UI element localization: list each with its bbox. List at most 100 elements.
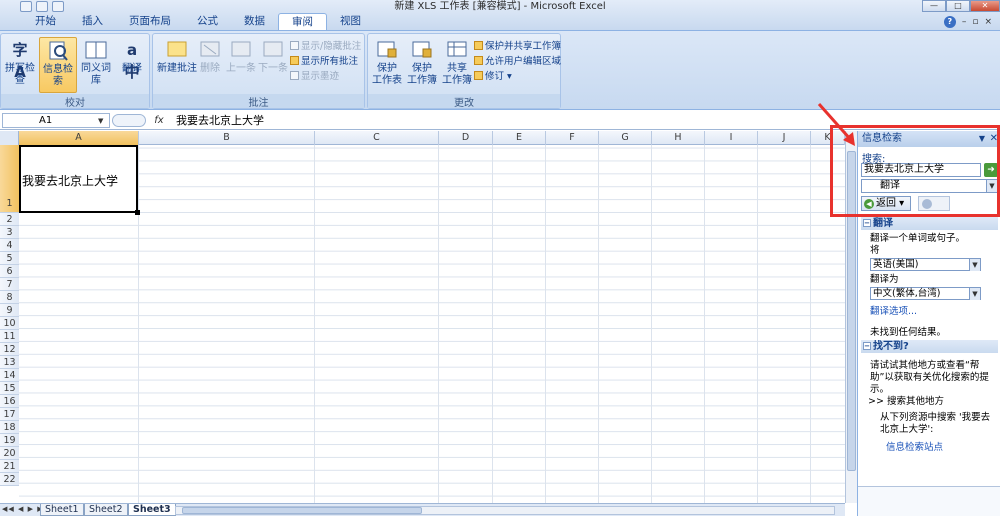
column-header[interactable]: G — [599, 131, 652, 145]
new-comment-button[interactable]: 新建批注 — [155, 37, 199, 93]
next-comment-button[interactable]: 下一条 — [257, 37, 289, 93]
close-button[interactable]: ✕ — [970, 0, 1000, 12]
chevron-down-icon[interactable]: ▼ — [969, 288, 980, 300]
row-header[interactable]: 13 — [0, 356, 19, 369]
row-header[interactable]: 4 — [0, 239, 19, 252]
horizontal-scroll-thumb[interactable] — [182, 507, 422, 514]
row-header[interactable]: 12 — [0, 343, 19, 356]
translate-section-header[interactable]: − 翻译 — [861, 217, 998, 230]
column-header[interactable]: B — [139, 131, 315, 145]
sheet-tab-3[interactable]: Sheet3 — [128, 504, 176, 516]
row-header[interactable]: 5 — [0, 252, 19, 265]
row-header[interactable]: 20 — [0, 447, 19, 460]
row-header[interactable]: 18 — [0, 421, 19, 434]
row-header[interactable]: 21 — [0, 460, 19, 473]
share-workbook-button[interactable]: 共享 工作簿 — [440, 37, 474, 93]
row-header[interactable]: 1 — [0, 145, 19, 213]
new-comment-icon — [165, 39, 189, 61]
row-header[interactable]: 10 — [0, 317, 19, 330]
protect-share-button[interactable]: 保护并共享工作簿 — [474, 40, 561, 53]
allow-edit-button[interactable]: 允许用户编辑区域 — [474, 55, 561, 68]
row-header[interactable]: 19 — [0, 434, 19, 447]
cell-area[interactable]: 我要去北京上大学 — [19, 145, 845, 503]
try-other-text: 请试试其他地方或查看“帮助”以获取有关优化搜索的提示。 — [870, 360, 989, 395]
changes-group: 保护 工作表 保护 工作簿 共享 工作簿 保护并共享工作簿 允许用户编辑区域 修… — [367, 33, 561, 109]
ribbon-close-icon[interactable]: × — [984, 17, 992, 27]
grid-line — [810, 145, 811, 503]
spelling-button[interactable]: 字A 拼写检查 — [1, 37, 39, 93]
show-all-comments-button[interactable]: 显示所有批注 — [290, 55, 358, 68]
row-header[interactable]: 6 — [0, 265, 19, 278]
row-header[interactable]: 16 — [0, 395, 19, 408]
collapse-icon[interactable]: − — [863, 342, 871, 350]
name-box-dropdown-icon[interactable]: ▼ — [98, 117, 103, 125]
translation-options-link[interactable]: 翻译选项... — [870, 303, 917, 317]
row-header[interactable]: 2 — [0, 213, 19, 226]
formula-bar-zoom-control[interactable] — [112, 114, 146, 127]
not-found-section-header[interactable]: − 找不到? — [861, 340, 998, 353]
ribbon-restore-icon[interactable]: ▫ — [972, 17, 978, 27]
column-header[interactable]: H — [652, 131, 705, 145]
tab-insert[interactable]: 插入 — [69, 13, 116, 30]
row-header[interactable]: 8 — [0, 291, 19, 304]
to-language-select[interactable]: 中文(繁体,台湾) ▼ — [870, 287, 981, 300]
research-sites-link[interactable]: 信息检索站点 — [886, 439, 943, 453]
previous-comment-icon — [229, 39, 253, 61]
sheet-tab-1[interactable]: Sheet1 — [40, 504, 84, 516]
ribbon-tabs: 开始 插入 页面布局 公式 数据 审阅 视图 — [22, 13, 374, 30]
insert-function-button[interactable]: fx — [150, 113, 168, 128]
delete-comment-button[interactable]: 删除 — [197, 37, 223, 93]
tab-home[interactable]: 开始 — [22, 13, 69, 30]
column-header[interactable]: D — [439, 131, 493, 145]
row-header[interactable]: 15 — [0, 382, 19, 395]
help-icon[interactable]: ? — [943, 16, 956, 28]
allow-edit-icon — [474, 56, 483, 65]
row-header[interactable]: 9 — [0, 304, 19, 317]
proofing-group-label: 校对 — [1, 94, 149, 109]
column-header[interactable]: A — [19, 131, 139, 145]
worksheet-grid[interactable]: A B C D E F G H I J K 1 2 3 4 5 6 7 8 9 … — [0, 131, 845, 503]
track-changes-button[interactable]: 修订 ▾ — [474, 70, 512, 83]
grid-line — [314, 145, 315, 503]
horizontal-scrollbar[interactable] — [175, 506, 835, 515]
column-header[interactable]: E — [493, 131, 546, 145]
show-ink-button[interactable]: 显示墨迹 — [290, 70, 339, 83]
thesaurus-button[interactable]: 同义词库 — [77, 37, 115, 93]
row-header[interactable]: 11 — [0, 330, 19, 343]
search-from-sources-text: 从下列资源中搜索 '我要去北京上大学': — [880, 412, 991, 435]
previous-comment-button[interactable]: 上一条 — [225, 37, 257, 93]
from-language-select[interactable]: 英语(美国) ▼ — [870, 258, 981, 271]
sheet-tab-2[interactable]: Sheet2 — [84, 504, 128, 516]
minimize-button[interactable]: — — [922, 0, 946, 12]
select-all-corner[interactable] — [0, 131, 19, 145]
chevron-down-icon[interactable]: ▼ — [969, 259, 980, 271]
row-header[interactable]: 17 — [0, 408, 19, 421]
row-header[interactable]: 3 — [0, 226, 19, 239]
tab-review[interactable]: 审阅 — [278, 13, 327, 30]
collapse-icon[interactable]: − — [863, 219, 871, 227]
tab-formulas[interactable]: 公式 — [184, 13, 231, 30]
name-box[interactable]: A1 — [2, 113, 110, 128]
fill-handle[interactable] — [135, 210, 140, 215]
show-hide-comment-button[interactable]: 显示/隐藏批注 — [290, 40, 361, 53]
tab-page-layout[interactable]: 页面布局 — [116, 13, 184, 30]
row-header[interactable]: 22 — [0, 473, 19, 486]
cell-a1[interactable]: 我要去北京上大学 — [19, 145, 138, 213]
column-header[interactable]: F — [546, 131, 599, 145]
column-header[interactable]: C — [315, 131, 439, 145]
no-results-text: 未找到任何结果。 — [870, 327, 947, 338]
column-header[interactable]: I — [705, 131, 758, 145]
row-header[interactable]: 14 — [0, 369, 19, 382]
tab-view[interactable]: 视图 — [327, 13, 374, 30]
column-header[interactable]: J — [758, 131, 811, 145]
maximize-button[interactable]: □ — [946, 0, 970, 12]
tab-data[interactable]: 数据 — [231, 13, 278, 30]
protect-workbook-button[interactable]: 保护 工作簿 — [404, 37, 440, 93]
row-header[interactable]: 7 — [0, 278, 19, 291]
window-controls: — □ ✕ — [922, 0, 1000, 12]
search-other-places[interactable]: >> 搜索其他地方 — [868, 396, 994, 408]
protect-sheet-button[interactable]: 保护 工作表 — [370, 37, 404, 93]
research-button[interactable]: 信息检索 — [39, 37, 77, 93]
ribbon-minimize-icon[interactable]: – — [962, 17, 967, 27]
translate-button[interactable]: a中 翻译 — [113, 37, 151, 93]
